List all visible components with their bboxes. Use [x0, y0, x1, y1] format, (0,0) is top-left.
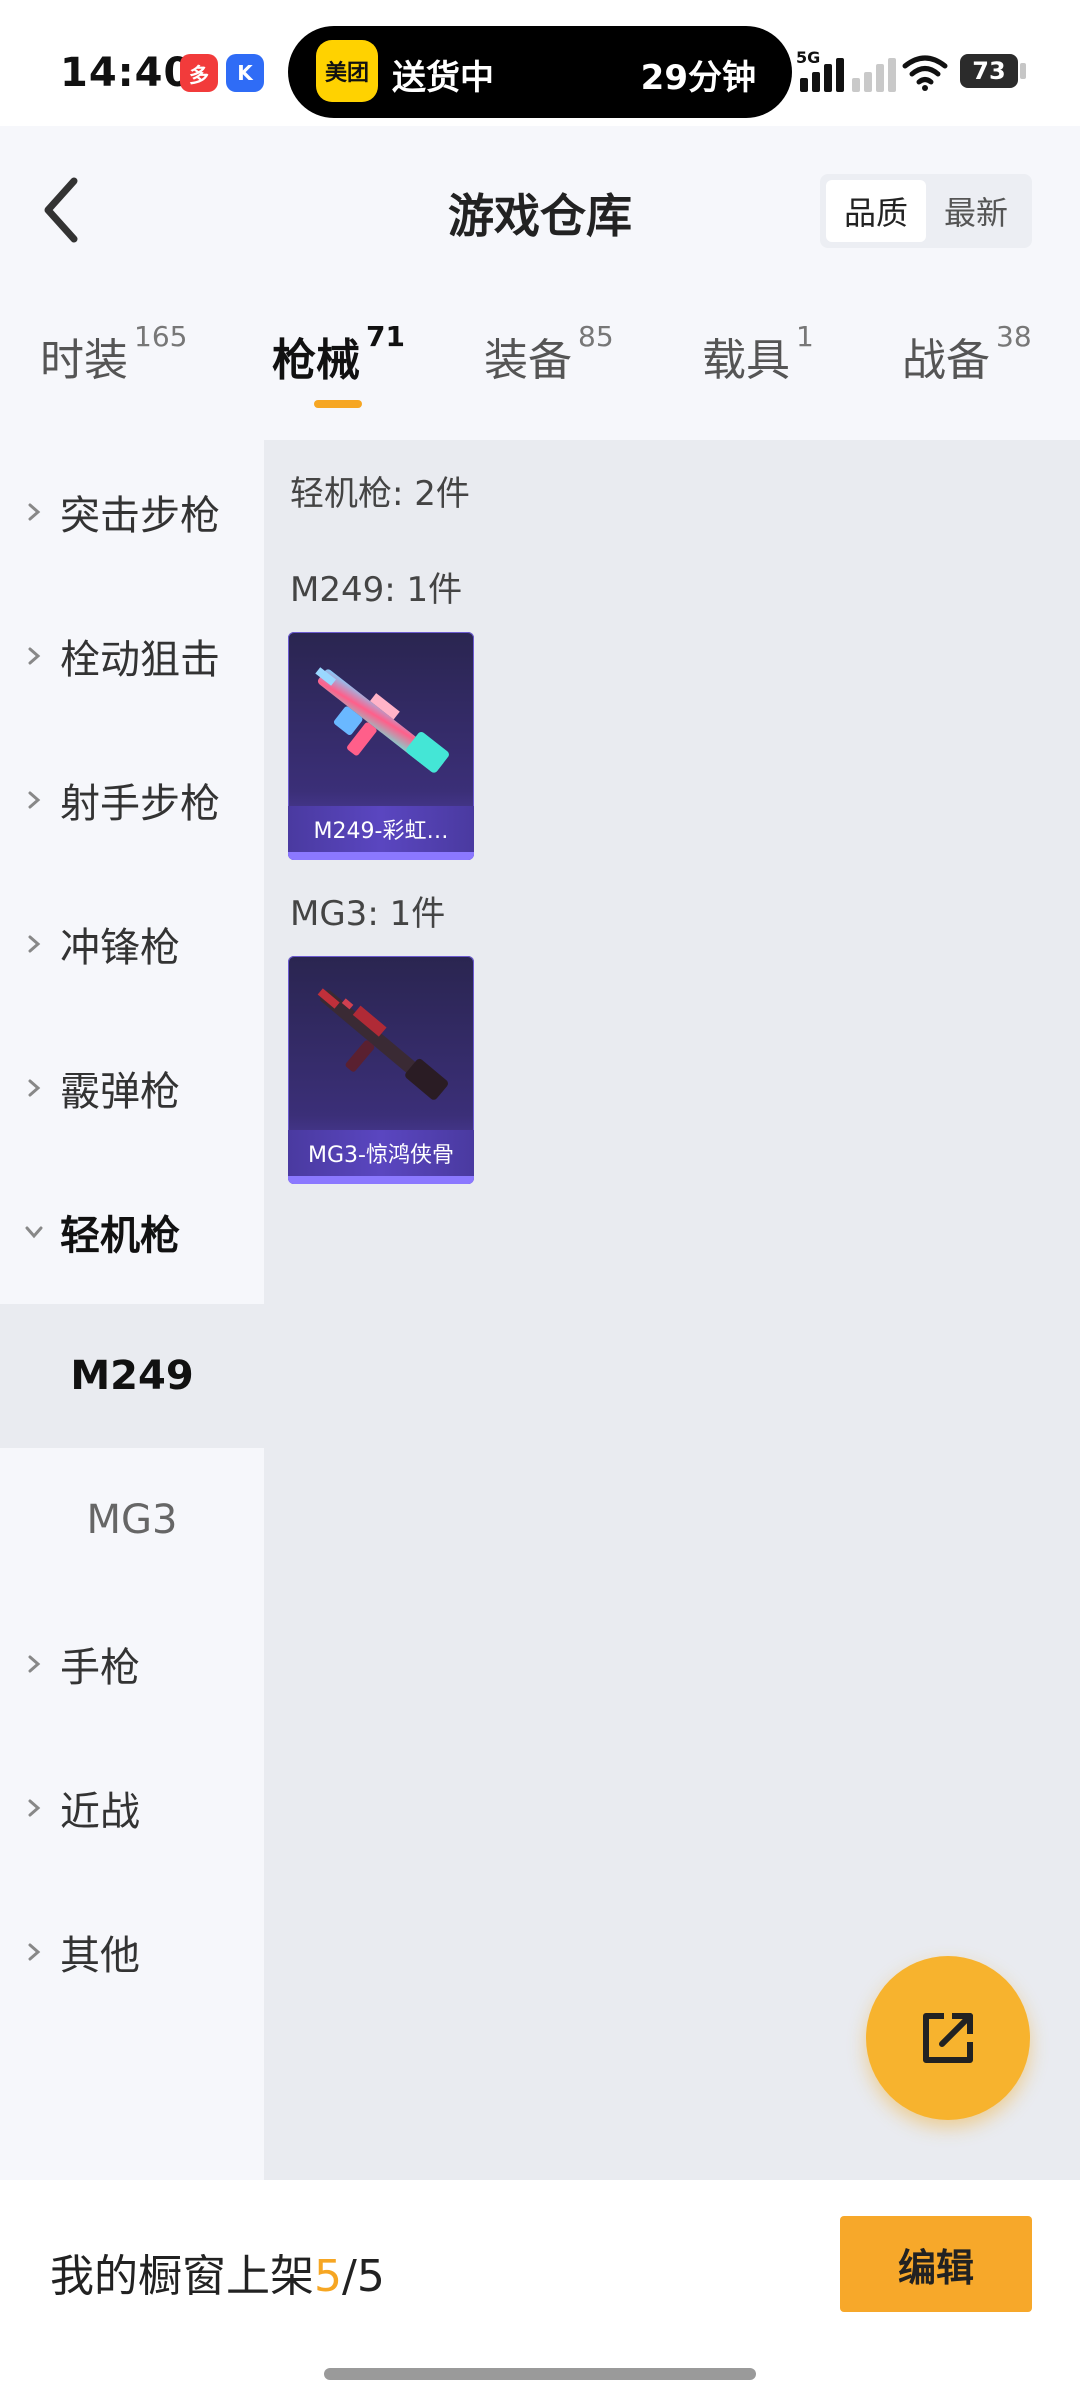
sidebar-item-label: 霰弹枪	[60, 1069, 180, 1115]
tab-count: 165	[134, 320, 188, 353]
group-title-mg3: MG3: 1件	[290, 894, 446, 934]
chevron-right-icon	[28, 503, 41, 521]
sidebar-item-label: 冲锋枪	[60, 925, 180, 971]
sidebar-subitem-m249[interactable]: M249	[0, 1304, 264, 1448]
sidebar-subitem-mg3[interactable]: MG3	[0, 1448, 264, 1592]
edit-button[interactable]: 编辑	[840, 2216, 1032, 2312]
sidebar-item-label: 突击步枪	[60, 493, 220, 539]
section-title: 轻机枪: 2件	[290, 474, 470, 514]
rarity-bar	[288, 852, 474, 860]
share-fab-button[interactable]	[866, 1956, 1030, 2120]
showcase-total-count: 5	[356, 2251, 385, 2302]
sidebar-item-other[interactable]: 其他	[0, 1880, 264, 2024]
sort-quality-button[interactable]: 品质	[826, 180, 926, 242]
tab-label: 载具	[702, 335, 790, 386]
showcase-shown-count: 5	[314, 2251, 342, 2302]
sidebar-item-label: 手枪	[60, 1645, 140, 1691]
page-header: 游戏仓库 品质 最新 时装 165 枪械 71 装备 85 载具 1 战备 38	[0, 126, 1080, 426]
battery-icon: 73	[960, 54, 1026, 88]
item-card-mg3[interactable]: MG3-惊鸿侠骨	[288, 956, 474, 1184]
tab-count: 85	[578, 320, 614, 353]
tab-label: 枪械	[272, 335, 360, 386]
chevron-right-icon	[28, 1079, 41, 1097]
sidebar-item-smg[interactable]: 冲锋枪	[0, 872, 264, 1016]
item-content-area: 轻机枪: 2件 M249: 1件 M249-彩虹… MG3: 1件 MG3-惊鸿…	[264, 440, 1080, 2180]
bottom-bar: 我的橱窗上架5/5 编辑	[0, 2180, 1080, 2400]
tab-vehicles[interactable]: 载具 1	[702, 320, 814, 388]
app-badge-1: 多	[180, 54, 218, 92]
machine-gun-icon	[317, 988, 448, 1100]
sidebar-item-bolt-sniper[interactable]: 栓动狙击	[0, 584, 264, 728]
sidebar-item-label: 射手步枪	[60, 781, 220, 827]
chevron-right-icon	[28, 791, 41, 809]
sort-newest-button[interactable]: 最新	[926, 180, 1026, 242]
chevron-down-icon	[25, 1226, 43, 1239]
showcase-separator: /	[342, 2251, 357, 2302]
sidebar-item-pistol[interactable]: 手枪	[0, 1592, 264, 1736]
home-indicator[interactable]	[324, 2368, 756, 2380]
live-activity-island[interactable]: 美团 送货中 29分钟	[288, 26, 792, 118]
tab-label: 战备	[902, 335, 990, 386]
delivery-status: 送货中	[392, 58, 494, 98]
active-tab-indicator	[314, 400, 362, 408]
tab-count: 38	[996, 320, 1032, 353]
wifi-icon	[902, 55, 948, 91]
sidebar-item-label: 近战	[60, 1789, 140, 1835]
item-name: M249-彩虹…	[288, 806, 474, 852]
chevron-right-icon	[28, 1943, 41, 1961]
screen: 14:40 多 K 美团 送货中 29分钟 5G 73 游戏仓库 品质 最新 时…	[0, 0, 1080, 2400]
delivery-eta: 29分钟	[640, 58, 756, 98]
sidebar-item-lmg[interactable]: 轻机枪	[0, 1160, 264, 1304]
sidebar-item-label: 栓动狙击	[60, 637, 220, 683]
tab-equipment[interactable]: 装备 85	[484, 320, 614, 388]
app-badge-2: K	[226, 54, 264, 92]
rifle-icon	[315, 667, 449, 773]
meituan-logo: 美团	[316, 40, 378, 102]
showcase-status: 我的橱窗上架5/5	[50, 2240, 385, 2304]
category-sidebar: 突击步枪 栓动狙击 射手步枪 冲锋枪 霰弹枪 轻机枪 M249 MG3 手枪 近…	[0, 440, 264, 2180]
share-external-icon	[923, 2013, 973, 2063]
tab-supplies[interactable]: 战备 38	[902, 320, 1032, 388]
tab-fashion[interactable]: 时装 165	[40, 320, 187, 388]
rarity-bar	[288, 1176, 474, 1184]
item-name: MG3-惊鸿侠骨	[288, 1130, 474, 1176]
status-bar: 14:40 多 K 美团 送货中 29分钟 5G 73	[0, 0, 1080, 126]
sidebar-item-label: 其他	[60, 1933, 140, 1979]
group-title-m249: M249: 1件	[290, 570, 463, 610]
category-tabs: 时装 165 枪械 71 装备 85 载具 1 战备 38	[0, 304, 1080, 414]
chevron-right-icon	[28, 647, 41, 665]
chevron-right-icon	[28, 1655, 41, 1673]
tab-guns[interactable]: 枪械 71	[272, 320, 405, 388]
sort-toggle: 品质 最新	[820, 174, 1032, 248]
chevron-right-icon	[28, 1799, 41, 1817]
sidebar-item-shotgun[interactable]: 霰弹枪	[0, 1016, 264, 1160]
tab-label: 装备	[484, 335, 572, 386]
item-card-m249[interactable]: M249-彩虹…	[288, 632, 474, 860]
tab-count: 71	[366, 320, 405, 353]
showcase-label: 我的橱窗上架	[50, 2251, 314, 2302]
signal-icon	[800, 52, 856, 92]
status-time: 14:40	[60, 50, 193, 96]
sidebar-item-label: 轻机枪	[60, 1213, 180, 1259]
sidebar-item-assault-rifle[interactable]: 突击步枪	[0, 440, 264, 584]
tab-count: 1	[796, 320, 814, 353]
sidebar-item-melee[interactable]: 近战	[0, 1736, 264, 1880]
sidebar-item-marksman-rifle[interactable]: 射手步枪	[0, 728, 264, 872]
tab-label: 时装	[40, 335, 128, 386]
chevron-right-icon	[28, 935, 41, 953]
